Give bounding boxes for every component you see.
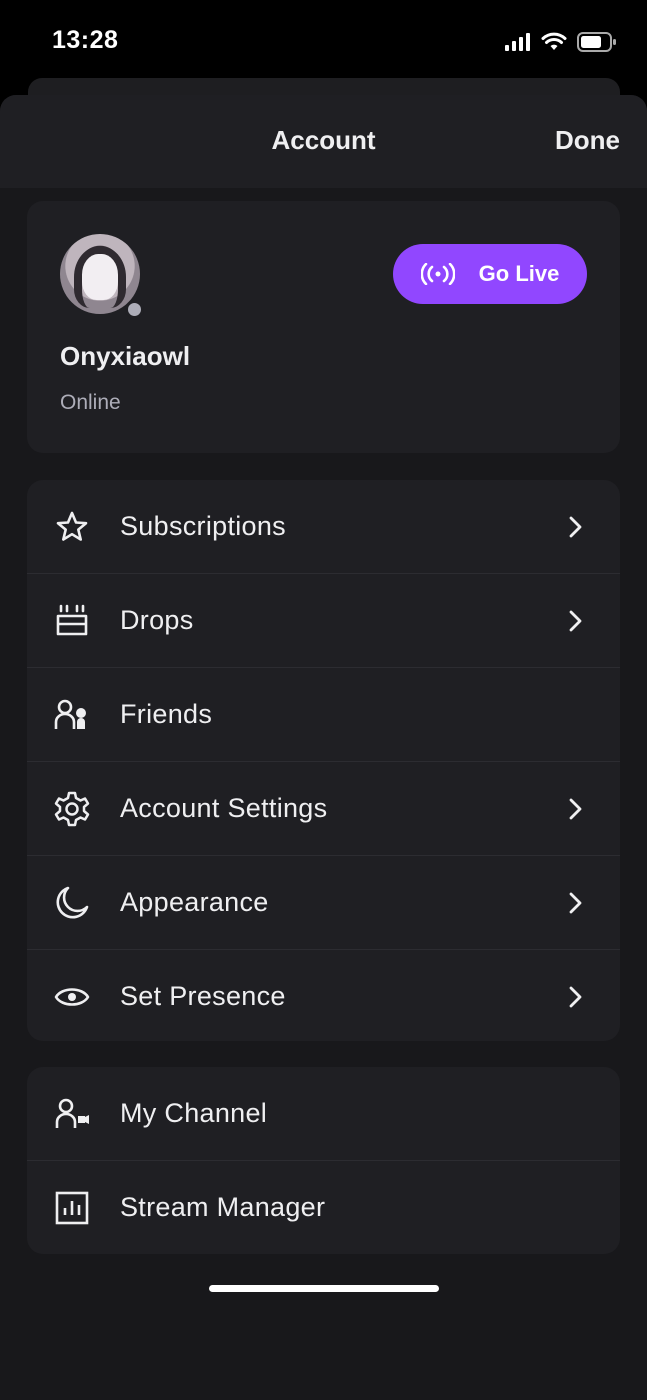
menu-label-stream-manager: Stream Manager [120, 1192, 326, 1222]
stream-manager-icon [54, 1190, 90, 1226]
menu-item-account-settings[interactable]: Account Settings [27, 761, 620, 855]
channel-menu: My Channel Stream Manager [27, 1067, 620, 1254]
gear-icon [54, 791, 90, 827]
status-time: 13:28 [52, 26, 119, 54]
broadcast-icon [420, 263, 455, 285]
battery-icon [577, 32, 616, 52]
menu-item-appearance[interactable]: Appearance [27, 855, 620, 949]
done-button[interactable]: Done [555, 125, 620, 156]
status-bar: 13:28 [0, 0, 647, 80]
friends-icon [54, 697, 90, 733]
account-sheet: Account Done Go Live Onyxiaowl Online Su… [0, 95, 647, 1400]
go-live-label: Go Live [478, 261, 560, 286]
menu-label-drops: Drops [120, 605, 194, 635]
nav-bar: Account Done [0, 95, 647, 188]
chevron-right-icon [569, 892, 582, 913]
menu-label-account-settings: Account Settings [120, 793, 328, 823]
moon-icon [54, 885, 90, 921]
presence-status: Online [60, 391, 121, 414]
username: Onyxiaowl [60, 341, 191, 371]
star-icon [54, 509, 90, 545]
profile-card: Go Live Onyxiaowl Online [27, 201, 620, 453]
chevron-right-icon [569, 986, 582, 1007]
menu-item-set-presence[interactable]: Set Presence [27, 949, 620, 1041]
chevron-right-icon [569, 610, 582, 631]
menu-item-drops[interactable]: Drops [27, 573, 620, 667]
go-live-button[interactable]: Go Live [393, 244, 587, 304]
account-menu: Subscriptions Drops Friends Account Sett… [27, 480, 620, 1041]
channel-icon [54, 1096, 90, 1132]
status-icons [505, 28, 617, 56]
chevron-right-icon [569, 798, 582, 819]
drops-icon [54, 603, 90, 639]
menu-label-subscriptions: Subscriptions [120, 511, 286, 541]
menu-item-my-channel[interactable]: My Channel [27, 1067, 620, 1160]
chevron-right-icon [569, 516, 582, 537]
eye-icon [54, 979, 90, 1015]
menu-item-friends[interactable]: Friends [27, 667, 620, 761]
wifi-icon [541, 32, 567, 50]
presence-dot [125, 300, 144, 319]
page-title: Account [271, 125, 376, 155]
menu-item-stream-manager[interactable]: Stream Manager [27, 1160, 620, 1254]
avatar-face [82, 254, 118, 300]
home-indicator[interactable] [209, 1285, 439, 1292]
menu-label-set-presence: Set Presence [120, 981, 286, 1011]
menu-label-my-channel: My Channel [120, 1098, 268, 1128]
menu-label-appearance: Appearance [120, 887, 269, 917]
menu-label-friends: Friends [120, 699, 213, 729]
menu-item-subscriptions[interactable]: Subscriptions [27, 480, 620, 573]
signal-icon [505, 33, 530, 51]
